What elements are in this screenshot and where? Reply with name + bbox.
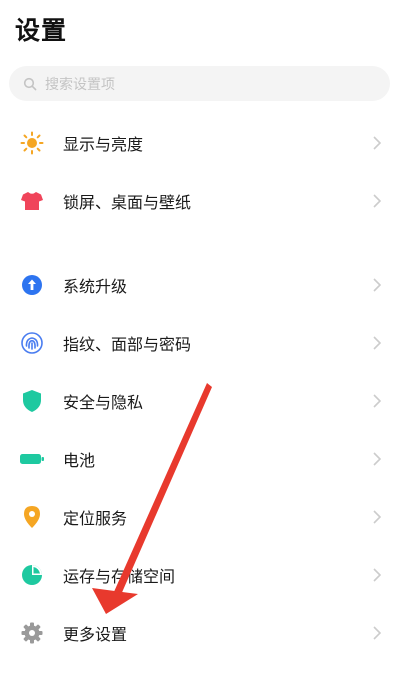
chevron-right-icon — [373, 278, 382, 292]
chevron-right-icon — [373, 452, 382, 466]
storage-pie-icon — [19, 562, 45, 588]
settings-item-label: 显示与亮度 — [63, 135, 144, 154]
gear-icon — [19, 620, 45, 646]
settings-item-location-services[interactable]: 定位服务 — [0, 490, 411, 544]
settings-item-label: 锁屏、桌面与壁纸 — [63, 193, 192, 212]
chevron-right-icon — [373, 626, 382, 640]
settings-item-label: 安全与隐私 — [63, 393, 144, 412]
settings-item-display-brightness[interactable]: 显示与亮度 — [0, 116, 411, 170]
settings-item-label: 系统升级 — [63, 277, 128, 296]
settings-item-battery[interactable]: 电池 — [0, 432, 411, 486]
search-placeholder: 搜索设置项 — [45, 76, 115, 93]
page-title: 设置 — [15, 16, 68, 45]
chevron-right-icon — [373, 394, 382, 408]
settings-item-lockscreen-wallpaper[interactable]: 锁屏、桌面与壁纸 — [0, 174, 411, 228]
tshirt-icon — [19, 188, 45, 214]
search-icon — [23, 77, 37, 90]
battery-icon — [19, 446, 45, 472]
location-icon — [19, 504, 45, 530]
chevron-right-icon — [373, 194, 382, 208]
settings-item-label: 更多设置 — [63, 625, 128, 644]
fingerprint-icon — [19, 330, 45, 356]
settings-item-memory-storage[interactable]: 运存与存储空间 — [0, 548, 411, 602]
settings-item-label: 运存与存储空间 — [63, 567, 176, 586]
settings-item-fingerprint-face-password[interactable]: 指纹、面部与密码 — [0, 316, 411, 370]
settings-item-security-privacy[interactable]: 安全与隐私 — [0, 374, 411, 428]
settings-item-more-settings[interactable]: 更多设置 — [0, 606, 411, 660]
upgrade-icon — [19, 272, 45, 298]
chevron-right-icon — [373, 336, 382, 350]
settings-item-label: 指纹、面部与密码 — [63, 335, 192, 354]
settings-screen: 设置 搜索设置项 显示与亮度 锁屏、桌面与壁纸 系统升级 指纹、面部与密码 安全… — [0, 0, 411, 687]
sun-icon — [19, 130, 45, 156]
shield-icon — [19, 388, 45, 414]
settings-item-label: 定位服务 — [63, 509, 128, 528]
chevron-right-icon — [373, 510, 382, 524]
search-input[interactable]: 搜索设置项 — [9, 66, 390, 101]
chevron-right-icon — [373, 136, 382, 150]
settings-item-system-upgrade[interactable]: 系统升级 — [0, 258, 411, 312]
settings-item-label: 电池 — [63, 451, 96, 470]
chevron-right-icon — [373, 568, 382, 582]
